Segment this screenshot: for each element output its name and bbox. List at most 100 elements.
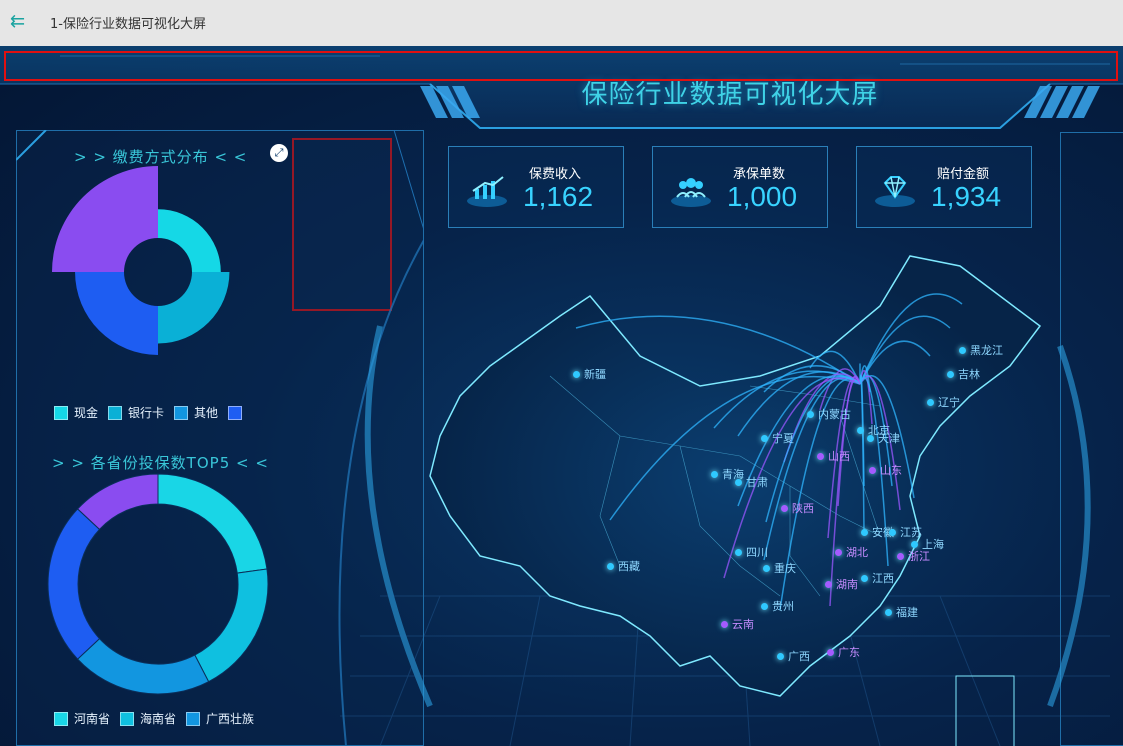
map-point-marker[interactable] [735,549,742,556]
map-point-marker[interactable] [861,529,868,536]
diamond-icon [875,176,915,207]
map-province-label[interactable]: 天津 [878,430,900,446]
stat-card-premium: 保费收入 1,162 [448,146,624,228]
legend-item[interactable]: 海南省 [120,710,176,727]
stat-label: 保费收入 [529,167,582,182]
rose-slice[interactable] [75,272,158,355]
map-province-label[interactable]: 吉林 [958,366,980,382]
map-province-label[interactable]: 贵州 [772,598,794,614]
map-province-label[interactable]: 宁夏 [772,430,794,446]
map-point-marker[interactable] [835,549,842,556]
china-map [340,255,1110,746]
map-province-label[interactable]: 陕西 [792,500,814,516]
legend-item[interactable] [228,405,248,420]
stat-card-claims: 赔付金额 1,934 [856,146,1032,228]
map-province-label[interactable]: 重庆 [774,560,796,576]
legend-item[interactable]: 广西壮族 [186,710,254,727]
legend-label: 其他 [194,406,219,420]
province-donut-chart [47,473,269,695]
map-province-label[interactable]: 内蒙古 [818,406,851,422]
map-province-label[interactable]: 江西 [872,570,894,586]
rose-slice[interactable] [158,209,221,272]
legend-item[interactable]: 现金 [54,404,98,421]
map-point-marker[interactable] [607,563,614,570]
map-province-label[interactable]: 西藏 [618,558,640,574]
map-province-label[interactable]: 黑龙江 [970,342,1003,358]
header-highlight-box [4,51,1118,81]
payment-rose-chart [52,166,230,355]
legend-label: 河南省 [74,712,111,726]
donut-slice[interactable] [157,473,268,574]
page-tab-title: 1-保险行业数据可视化大屏 [50,17,206,32]
map-province-label[interactable]: 新疆 [584,366,606,382]
map-point-marker[interactable] [867,435,874,442]
map-point-marker[interactable] [947,371,954,378]
dashboard-screen: 保险行业数据可视化大屏 > > 缴费方式分布 < < ⤢ 现金 银行卡 其他 >… [0,46,1123,746]
province-legend: 河南省 海南省 广西壮族 [54,710,254,727]
map-point-marker[interactable] [711,471,718,478]
map-province-label[interactable]: 山东 [880,462,902,478]
legend-swatch [54,405,68,420]
map-province-label[interactable]: 广东 [838,644,860,660]
stat-value: 1,000 [727,181,798,212]
map-province-label[interactable]: 甘肃 [746,474,768,490]
legend-label: 广西壮族 [206,712,255,726]
map-point-marker[interactable] [761,603,768,610]
legend-swatch [54,711,68,726]
rose-slice[interactable] [52,166,158,272]
map-point-marker[interactable] [959,347,966,354]
map-point-marker[interactable] [825,581,832,588]
legend-swatch [174,405,189,420]
map-province-label[interactable]: 云南 [732,616,754,632]
donut-slice[interactable] [194,568,269,683]
map-point-marker[interactable] [735,479,742,486]
legend-swatch [108,405,123,420]
map-point-marker[interactable] [861,575,868,582]
map-point-marker[interactable] [889,529,896,536]
map-point-marker[interactable] [827,649,834,656]
payment-legend: 现金 银行卡 其他 [54,404,248,421]
legend-label: 现金 [74,406,99,420]
map-point-marker[interactable] [761,435,768,442]
map-point-marker[interactable] [777,653,784,660]
map-point-marker[interactable] [927,399,934,406]
map-point-marker[interactable] [807,411,814,418]
app-topbar: ⇇ 1-保险行业数据可视化大屏 [0,0,1123,47]
donut-slice[interactable] [47,508,101,660]
map-province-label[interactable]: 湖北 [846,544,868,560]
map-province-label[interactable]: 湖南 [836,576,858,592]
map-province-label[interactable]: 广西 [788,648,810,664]
donut-slice[interactable] [76,637,210,695]
stat-value: 1,162 [523,181,594,212]
map-point-marker[interactable] [721,621,728,628]
map-point-marker[interactable] [763,565,770,572]
map-province-label[interactable]: 辽宁 [938,394,960,410]
legend-item[interactable]: 其他 [174,404,218,421]
map-province-label[interactable]: 福建 [896,604,918,620]
stat-label: 承保单数 [733,167,786,182]
map-point-marker[interactable] [897,553,904,560]
stat-card-policies: 承保单数 1,000 [652,146,828,228]
map-province-label[interactable]: 山西 [828,448,850,464]
fullscreen-icon[interactable]: ⤢ [270,144,288,162]
map-province-label[interactable]: 江苏 [900,524,922,540]
map-point-marker[interactable] [857,427,864,434]
map-province-label[interactable]: 四川 [746,544,768,560]
users-group-icon [671,178,711,207]
map-point-marker[interactable] [781,505,788,512]
back-arrow-icon[interactable]: ⇇ [10,12,32,32]
legend-label: 海南省 [140,712,177,726]
stat-value: 1,934 [931,181,1002,212]
map-point-marker[interactable] [869,467,876,474]
map-point-marker[interactable] [911,541,918,548]
rose-slice[interactable] [158,272,230,344]
stat-label: 赔付金额 [937,167,990,182]
legend-item[interactable]: 河南省 [54,710,110,727]
legend-swatch [228,405,243,420]
map-point-marker[interactable] [817,453,824,460]
map-province-label[interactable]: 浙江 [908,548,930,564]
rising-chart-icon [467,176,507,207]
map-point-marker[interactable] [573,371,580,378]
legend-item[interactable]: 银行卡 [108,404,164,421]
map-point-marker[interactable] [885,609,892,616]
